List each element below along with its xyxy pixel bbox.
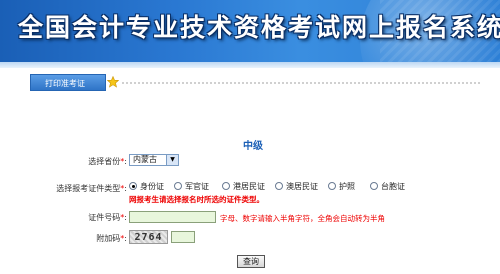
- radio-button[interactable]: [222, 181, 230, 190]
- radio-id-card[interactable]: 身份证: [129, 181, 164, 192]
- id-number-hint: 字母、数字请输入半角字符，全角会自动转为半角: [220, 214, 385, 223]
- radio-button[interactable]: [370, 181, 378, 190]
- radio-passport[interactable]: 护照: [328, 181, 355, 192]
- label-colon: :: [124, 213, 127, 222]
- radio-label: 澳居民证: [286, 182, 318, 191]
- label-colon: :: [124, 157, 127, 166]
- radio-macau-resident[interactable]: 澳居民证: [275, 181, 318, 192]
- radio-hk-resident[interactable]: 港居民证: [222, 181, 265, 192]
- id-number-label-row: 证件号码*:: [60, 212, 127, 223]
- radio-label: 台胞证: [381, 182, 405, 191]
- radio-taiwan-compatriot[interactable]: 台胞证: [370, 181, 405, 192]
- id-number-input[interactable]: [129, 211, 216, 223]
- captcha-input[interactable]: [171, 231, 195, 243]
- captcha-label: 附加码: [96, 234, 121, 243]
- province-selected-value: 内蒙古: [133, 155, 157, 164]
- province-label-row: 选择省份*:: [60, 156, 127, 167]
- radio-button[interactable]: [174, 181, 182, 190]
- label-colon: :: [124, 234, 127, 243]
- tab-bar: 打印准考证: [0, 74, 500, 92]
- captcha-image: 2764: [129, 230, 168, 244]
- province-label: 选择省份: [88, 157, 121, 166]
- query-button[interactable]: 查询: [237, 255, 265, 268]
- exam-level-title: 中级: [243, 141, 263, 152]
- tab-bar-dotted-line: [122, 82, 482, 84]
- system-title: 全国会计专业技术资格考试网上报名系统: [18, 13, 500, 42]
- radio-button[interactable]: [275, 181, 283, 190]
- captcha-label-row: 附加码*:: [60, 233, 127, 244]
- tab-print-admission-ticket[interactable]: 打印准考证: [30, 74, 106, 91]
- radio-military-id[interactable]: 军官证: [174, 181, 209, 192]
- radio-button[interactable]: [129, 181, 137, 190]
- id-type-label-row: 选择报考证件类型*:: [20, 183, 127, 194]
- chevron-down-icon[interactable]: ▼: [166, 155, 178, 165]
- radio-label: 护照: [339, 182, 355, 191]
- id-number-label: 证件号码: [88, 213, 121, 222]
- province-select[interactable]: 内蒙古 ▼: [129, 154, 179, 166]
- radio-label: 身份证: [140, 182, 164, 191]
- label-colon: :: [124, 184, 127, 193]
- header-banner: 全国会计专业技术资格考试网上报名系统: [0, 0, 500, 62]
- id-type-label: 选择报考证件类型: [56, 184, 121, 193]
- radio-label: 军官证: [185, 182, 209, 191]
- star-icon: [107, 76, 119, 88]
- radio-label: 港居民证: [233, 182, 265, 191]
- id-type-warning: 网报考生请选择报名时所选的证件类型。: [129, 195, 264, 204]
- banner-divider: [0, 62, 500, 68]
- radio-button[interactable]: [328, 181, 336, 190]
